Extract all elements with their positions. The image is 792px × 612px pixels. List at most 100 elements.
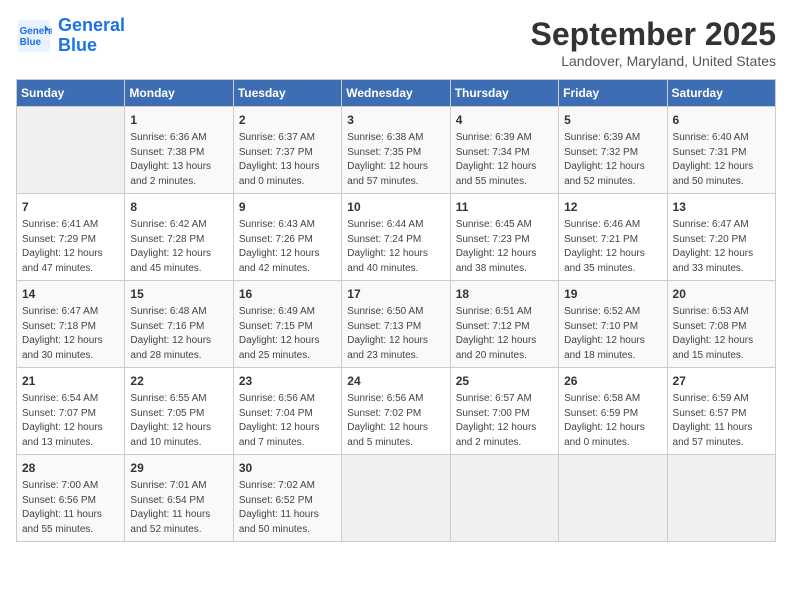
calendar-cell: 1 Sunrise: 6:36 AMSunset: 7:38 PMDaylight… [125, 107, 233, 194]
day-number: 5 [564, 111, 661, 129]
day-number: 10 [347, 198, 444, 216]
logo-text: GeneralBlue [58, 16, 125, 56]
cell-details: Sunrise: 6:39 AMSunset: 7:34 PMDaylight:… [456, 131, 553, 189]
calendar-cell: 9 Sunrise: 6:43 AMSunset: 7:26 PMDaylight… [233, 194, 341, 281]
calendar-cell: 28 Sunrise: 7:00 AMSunset: 6:56 PMDayligh… [17, 455, 125, 542]
day-number: 26 [564, 372, 661, 390]
cell-details: Sunrise: 6:53 AMSunset: 7:08 PMDaylight:… [673, 305, 770, 363]
calendar-cell: 13Sunrise: 6:47 AMSunset: 7:20 PMDayligh… [667, 194, 775, 281]
cell-details: Sunrise: 6:40 AMSunset: 7:31 PMDaylight:… [673, 131, 770, 189]
day-number: 16 [239, 285, 336, 303]
calendar-cell: 20 Sunrise: 6:53 AMSunset: 7:08 PMDayligh… [667, 281, 775, 368]
day-number: 11 [456, 198, 553, 216]
cell-details: Sunrise: 7:02 AMSunset: 6:52 PMDaylight:… [239, 479, 336, 537]
calendar-cell: 2Sunrise: 6:37 AMSunset: 7:37 PMDaylight… [233, 107, 341, 194]
day-header-sunday: Sunday [17, 80, 125, 107]
day-number: 3 [347, 111, 444, 129]
day-number: 9 [239, 198, 336, 216]
calendar-cell: 24 Sunrise: 6:56 AMSunset: 7:02 PMDayligh… [342, 368, 450, 455]
calendar-week-1: 1 Sunrise: 6:36 AMSunset: 7:38 PMDaylight… [17, 107, 776, 194]
cell-details: Sunrise: 6:49 AMSunset: 7:15 PMDaylight:… [239, 305, 336, 363]
day-number: 6 [673, 111, 770, 129]
calendar-week-5: 28 Sunrise: 7:00 AMSunset: 6:56 PMDayligh… [17, 455, 776, 542]
month-title: September 2025 [531, 16, 776, 53]
calendar-cell [559, 455, 667, 542]
calendar-cell: 6 Sunrise: 6:40 AMSunset: 7:31 PMDaylight… [667, 107, 775, 194]
calendar-cell: 11 Sunrise: 6:45 AMSunset: 7:23 PMDayligh… [450, 194, 558, 281]
calendar-cell: 16 Sunrise: 6:49 AMSunset: 7:15 PMDayligh… [233, 281, 341, 368]
calendar-cell: 19 Sunrise: 6:52 AMSunset: 7:10 PMDayligh… [559, 281, 667, 368]
calendar-cell: 23Sunrise: 6:56 AMSunset: 7:04 PMDayligh… [233, 368, 341, 455]
day-header-wednesday: Wednesday [342, 80, 450, 107]
calendar-week-2: 7Sunrise: 6:41 AMSunset: 7:29 PMDaylight… [17, 194, 776, 281]
cell-details: Sunrise: 6:59 AMSunset: 6:57 PMDaylight:… [673, 392, 770, 450]
day-number: 1 [130, 111, 227, 129]
calendar-cell: 30Sunrise: 7:02 AMSunset: 6:52 PMDayligh… [233, 455, 341, 542]
day-number: 24 [347, 372, 444, 390]
day-header-friday: Friday [559, 80, 667, 107]
day-header-saturday: Saturday [667, 80, 775, 107]
cell-details: Sunrise: 6:47 AMSunset: 7:18 PMDaylight:… [22, 305, 119, 363]
calendar-cell: 10 Sunrise: 6:44 AMSunset: 7:24 PMDayligh… [342, 194, 450, 281]
cell-details: Sunrise: 6:58 AMSunset: 6:59 PMDaylight:… [564, 392, 661, 450]
cell-details: Sunrise: 6:42 AMSunset: 7:28 PMDaylight:… [130, 218, 227, 276]
cell-details: Sunrise: 6:39 AMSunset: 7:32 PMDaylight:… [564, 131, 661, 189]
cell-details: Sunrise: 6:41 AMSunset: 7:29 PMDaylight:… [22, 218, 119, 276]
cell-details: Sunrise: 6:56 AMSunset: 7:04 PMDaylight:… [239, 392, 336, 450]
day-number: 13 [673, 198, 770, 216]
calendar-cell: 12Sunrise: 6:46 AMSunset: 7:21 PMDayligh… [559, 194, 667, 281]
day-header-tuesday: Tuesday [233, 80, 341, 107]
cell-details: Sunrise: 6:38 AMSunset: 7:35 PMDaylight:… [347, 131, 444, 189]
cell-details: Sunrise: 7:00 AMSunset: 6:56 PMDaylight:… [22, 479, 119, 537]
day-number: 12 [564, 198, 661, 216]
day-number: 27 [673, 372, 770, 390]
page-header: General Blue GeneralBlue September 2025 … [16, 16, 776, 69]
day-number: 19 [564, 285, 661, 303]
calendar-cell: 18 Sunrise: 6:51 AMSunset: 7:12 PMDayligh… [450, 281, 558, 368]
calendar-cell: 15Sunrise: 6:48 AMSunset: 7:16 PMDayligh… [125, 281, 233, 368]
cell-details: Sunrise: 6:52 AMSunset: 7:10 PMDaylight:… [564, 305, 661, 363]
calendar-cell: 26 Sunrise: 6:58 AMSunset: 6:59 PMDayligh… [559, 368, 667, 455]
day-number: 20 [673, 285, 770, 303]
cell-details: Sunrise: 6:45 AMSunset: 7:23 PMDaylight:… [456, 218, 553, 276]
logo-icon: General Blue [16, 18, 52, 54]
day-number: 29 [130, 459, 227, 477]
calendar-cell: 4 Sunrise: 6:39 AMSunset: 7:34 PMDaylight… [450, 107, 558, 194]
title-area: September 2025 Landover, Maryland, Unite… [531, 16, 776, 69]
calendar-cell: 8Sunrise: 6:42 AMSunset: 7:28 PMDaylight… [125, 194, 233, 281]
day-number: 4 [456, 111, 553, 129]
calendar-cell [342, 455, 450, 542]
cell-details: Sunrise: 6:54 AMSunset: 7:07 PMDaylight:… [22, 392, 119, 450]
cell-details: Sunrise: 7:01 AMSunset: 6:54 PMDaylight:… [130, 479, 227, 537]
calendar-table: SundayMondayTuesdayWednesdayThursdayFrid… [16, 79, 776, 542]
cell-details: Sunrise: 6:37 AMSunset: 7:37 PMDaylight:… [239, 131, 336, 189]
cell-details: Sunrise: 6:43 AMSunset: 7:26 PMDaylight:… [239, 218, 336, 276]
calendar-cell: 14 Sunrise: 6:47 AMSunset: 7:18 PMDayligh… [17, 281, 125, 368]
cell-details: Sunrise: 6:36 AMSunset: 7:38 PMDaylight:… [130, 131, 227, 189]
cell-details: Sunrise: 6:51 AMSunset: 7:12 PMDaylight:… [456, 305, 553, 363]
day-number: 21 [22, 372, 119, 390]
calendar-cell: 3 Sunrise: 6:38 AMSunset: 7:35 PMDaylight… [342, 107, 450, 194]
day-number: 28 [22, 459, 119, 477]
location-title: Landover, Maryland, United States [531, 53, 776, 69]
calendar-cell [450, 455, 558, 542]
day-number: 22 [130, 372, 227, 390]
calendar-body: 1 Sunrise: 6:36 AMSunset: 7:38 PMDaylight… [17, 107, 776, 542]
day-number: 18 [456, 285, 553, 303]
day-header-thursday: Thursday [450, 80, 558, 107]
day-number: 25 [456, 372, 553, 390]
calendar-cell: 21 Sunrise: 6:54 AMSunset: 7:07 PMDayligh… [17, 368, 125, 455]
calendar-cell: 17Sunrise: 6:50 AMSunset: 7:13 PMDayligh… [342, 281, 450, 368]
calendar-cell: 7Sunrise: 6:41 AMSunset: 7:29 PMDaylight… [17, 194, 125, 281]
calendar-header-row: SundayMondayTuesdayWednesdayThursdayFrid… [17, 80, 776, 107]
cell-details: Sunrise: 6:50 AMSunset: 7:13 PMDaylight:… [347, 305, 444, 363]
calendar-cell: 25Sunrise: 6:57 AMSunset: 7:00 PMDayligh… [450, 368, 558, 455]
cell-details: Sunrise: 6:48 AMSunset: 7:16 PMDaylight:… [130, 305, 227, 363]
cell-details: Sunrise: 6:56 AMSunset: 7:02 PMDaylight:… [347, 392, 444, 450]
calendar-week-4: 21 Sunrise: 6:54 AMSunset: 7:07 PMDayligh… [17, 368, 776, 455]
cell-details: Sunrise: 6:44 AMSunset: 7:24 PMDaylight:… [347, 218, 444, 276]
day-number: 14 [22, 285, 119, 303]
calendar-week-3: 14 Sunrise: 6:47 AMSunset: 7:18 PMDayligh… [17, 281, 776, 368]
logo: General Blue GeneralBlue [16, 16, 125, 56]
calendar-cell [17, 107, 125, 194]
